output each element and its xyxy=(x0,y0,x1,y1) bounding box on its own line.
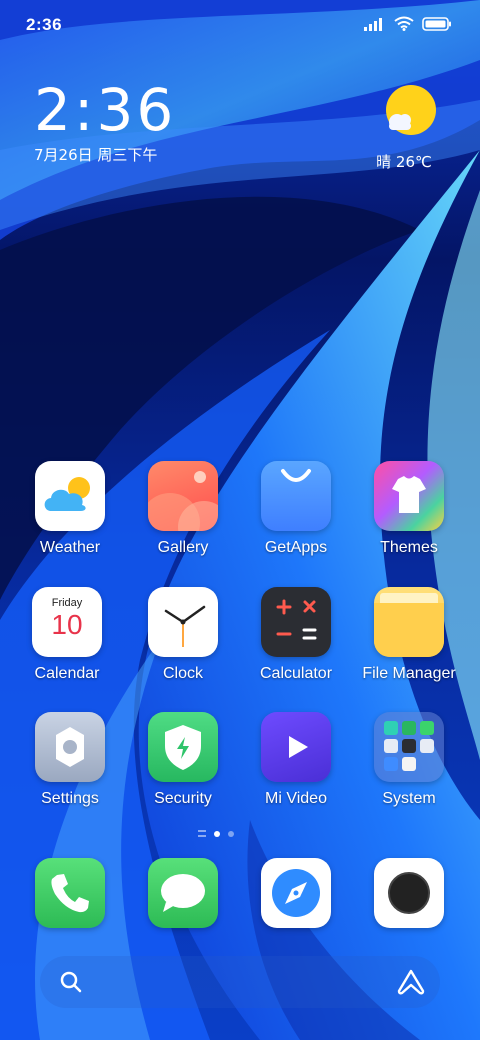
app-label: Gallery xyxy=(157,539,209,556)
sunny-cloudy-icon xyxy=(386,85,436,135)
app-label: System xyxy=(382,790,436,807)
weather-widget[interactable]: 晴 26℃ xyxy=(364,84,444,172)
search-icon[interactable] xyxy=(58,969,84,995)
calendar-date: 10 xyxy=(51,609,83,640)
app-system-folder[interactable]: System xyxy=(353,712,465,808)
page-indicator-menu xyxy=(198,830,206,837)
camera-icon xyxy=(374,858,444,928)
clock-widget[interactable]: 2:36 7月26日 周三下午 xyxy=(34,80,176,165)
page-dot-active xyxy=(214,830,220,837)
app-security[interactable]: Security xyxy=(127,712,239,808)
app-label: Weather xyxy=(39,539,101,556)
weather-temp: 晴 26℃ xyxy=(376,153,432,171)
app-label: File Manager xyxy=(362,665,456,682)
calculator-icon xyxy=(261,587,331,657)
dock-phone[interactable] xyxy=(14,858,126,928)
app-settings[interactable]: Settings xyxy=(14,712,126,808)
gallery-icon xyxy=(148,461,218,531)
status-time: 2:36 xyxy=(26,15,63,34)
app-themes[interactable]: Themes xyxy=(353,461,465,557)
system-folder-icon xyxy=(374,712,444,782)
calendar-icon: Friday 10 xyxy=(32,587,102,657)
browser-icon xyxy=(261,858,331,928)
wifi-icon xyxy=(394,16,414,31)
page-indicator[interactable] xyxy=(198,830,234,837)
dock-browser[interactable] xyxy=(240,858,352,928)
settings-icon xyxy=(35,712,105,782)
app-label: Calendar xyxy=(34,665,100,682)
status-bar: 2:36 xyxy=(0,0,480,50)
app-label: Security xyxy=(154,790,212,807)
app-label: Settings xyxy=(41,790,99,807)
search-bar[interactable] xyxy=(40,956,440,1008)
dock-camera[interactable] xyxy=(353,858,465,928)
app-label: GetApps xyxy=(264,539,328,556)
app-label: Clock xyxy=(162,665,203,682)
app-calendar[interactable]: Friday 10 Calendar xyxy=(11,587,123,683)
dock-messages[interactable] xyxy=(127,858,239,928)
app-label: Mi Video xyxy=(265,790,327,807)
app-gallery[interactable]: Gallery xyxy=(127,461,239,557)
themes-icon xyxy=(374,461,444,531)
page-dot xyxy=(228,830,234,837)
phone-icon xyxy=(35,858,105,928)
app-label: Calculator xyxy=(259,665,333,682)
app-clock[interactable]: Clock xyxy=(127,587,239,683)
mi-video-icon xyxy=(261,712,331,782)
app-file-manager[interactable]: File Manager xyxy=(353,587,465,683)
widget-date: 7月26日 周三下午 xyxy=(34,146,158,164)
app-weather[interactable]: Weather xyxy=(14,461,126,557)
file-manager-icon xyxy=(374,587,444,657)
weather-icon xyxy=(35,461,105,531)
app-mi-video[interactable]: Mi Video xyxy=(240,712,352,808)
calendar-day: Friday xyxy=(51,597,83,609)
app-label: Themes xyxy=(380,539,438,556)
battery-icon xyxy=(422,16,451,31)
clock-icon xyxy=(148,587,218,657)
app-calculator[interactable]: Calculator xyxy=(240,587,352,683)
widget-time: 2:36 xyxy=(34,76,177,144)
status-icons xyxy=(364,16,452,31)
getapps-icon xyxy=(261,461,331,531)
messages-icon xyxy=(148,858,218,928)
signal-icon xyxy=(364,17,382,31)
assistant-icon[interactable] xyxy=(396,968,426,996)
app-getapps[interactable]: GetApps xyxy=(240,461,352,557)
security-icon xyxy=(148,712,218,782)
